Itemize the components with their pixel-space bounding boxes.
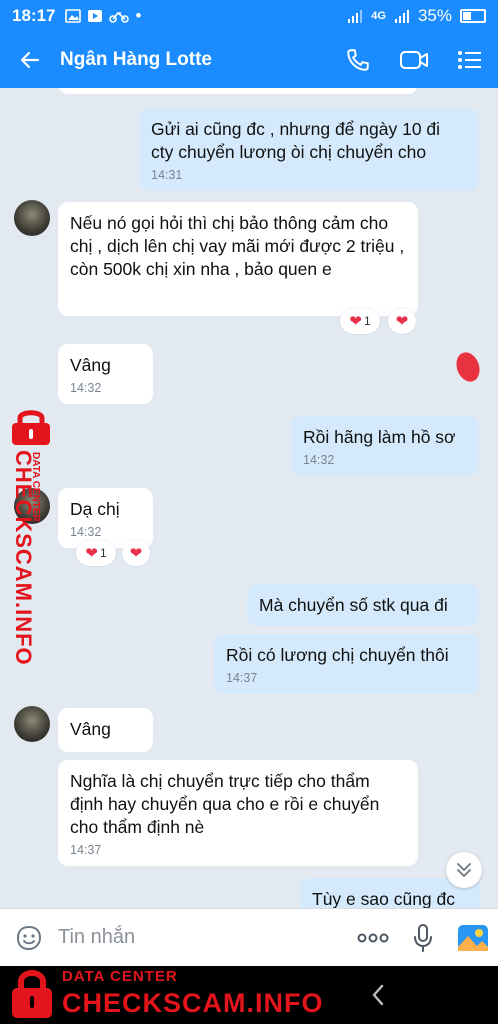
gallery-button[interactable] xyxy=(448,909,498,967)
message-text: Vâng xyxy=(70,719,111,739)
message-time: 14:37 xyxy=(70,843,102,857)
chevron-double-down-icon xyxy=(457,863,471,877)
lock-icon xyxy=(12,970,52,1018)
message-time: 14:31 xyxy=(151,168,183,182)
sticker-icon xyxy=(16,925,42,950)
message-time: 14:37 xyxy=(226,671,258,685)
heart-icon: ❤ xyxy=(85,544,98,562)
message-text: Tùy e sao cũng đc xyxy=(312,889,455,908)
scroll-down-button[interactable] xyxy=(446,852,482,888)
menu-list-icon xyxy=(458,51,481,69)
message-input[interactable]: Tin nhắn xyxy=(58,926,348,949)
status-time: 18:17 xyxy=(12,6,56,25)
reaction-count[interactable]: ❤ 1 xyxy=(76,540,116,566)
more-button[interactable] xyxy=(348,909,398,967)
composer: Tin nhắn xyxy=(0,908,498,966)
more-icon xyxy=(357,933,389,942)
message-text: Rồi hãng làm hồ sơ xyxy=(303,427,456,447)
message-time: 14:32 xyxy=(303,453,335,467)
nav-back-icon[interactable] xyxy=(366,980,390,1010)
back-arrow-icon xyxy=(20,51,40,69)
message-text: Vâng xyxy=(70,355,111,375)
signal-icon-2 xyxy=(394,10,409,23)
message-text: Rồi có lương chị chuyển thôi xyxy=(226,645,449,665)
signal-icon xyxy=(348,10,363,23)
message-bubble[interactable]: Mà chuyển số stk qua đi xyxy=(247,584,479,626)
heart-icon: ❤ xyxy=(349,312,362,330)
gallery-icon xyxy=(65,9,82,23)
watermark-subtext: DATA CENTER xyxy=(62,968,178,985)
battery-icon xyxy=(460,9,486,23)
heart-icon: ❤ xyxy=(395,312,409,330)
network-type: 4G xyxy=(371,10,386,22)
message-bubble[interactable]: Vâng 14:32 xyxy=(58,344,153,404)
call-button[interactable] xyxy=(330,32,386,88)
chat-header: Ngân Hàng Lotte xyxy=(0,32,498,88)
phone-icon xyxy=(347,49,369,71)
message-bubble[interactable]: Dạ chị 14:32 xyxy=(58,488,153,548)
red-mark xyxy=(452,349,484,385)
watermark-subtext-vertical: DATA CENTER xyxy=(30,452,41,522)
image-icon xyxy=(458,924,488,951)
video-call-button[interactable] xyxy=(386,32,442,88)
message-text: Nếu nó gọi hỏi thì chị bảo thông cảm cho… xyxy=(70,213,405,279)
react-button[interactable]: ❤ xyxy=(122,540,150,566)
message-bubble[interactable]: Rồi hãng làm hồ sơ 14:32 xyxy=(291,416,479,476)
chat-title[interactable]: Ngân Hàng Lotte xyxy=(60,49,330,71)
heart-icon: ❤ xyxy=(129,544,143,562)
battery-percent: 35% xyxy=(417,6,452,25)
notification-icons: • xyxy=(65,6,141,26)
message-text: Dạ chị xyxy=(70,499,120,519)
message-time: 14:32 xyxy=(70,525,102,539)
avatar[interactable] xyxy=(14,200,50,236)
menu-button[interactable] xyxy=(442,32,498,88)
reaction-number: 1 xyxy=(363,314,371,328)
message-bubble[interactable]: Nếu nó gọi hỏi thì chị bảo thông cảm cho… xyxy=(58,202,418,316)
sticker-button[interactable] xyxy=(0,909,58,967)
watermark-text: CHECKSCAM.INFO xyxy=(62,988,324,1018)
message-time: 14:32 xyxy=(70,381,102,395)
status-bar: 18:17 • 4G 35% xyxy=(0,0,498,32)
message-bubble[interactable]: Vâng xyxy=(58,708,153,752)
mic-icon xyxy=(414,923,432,952)
message-text: Mà chuyển số stk qua đi xyxy=(259,595,448,615)
message-bubble[interactable]: Gửi ai cũng đc , nhưng để ngày 10 đi cty… xyxy=(139,108,479,191)
react-button[interactable]: ❤ xyxy=(388,308,416,334)
back-button[interactable] xyxy=(0,32,60,88)
reaction-number: 1 xyxy=(99,546,107,560)
bike-icon xyxy=(109,11,130,23)
reaction-count[interactable]: ❤ 1 xyxy=(340,308,380,334)
voice-button[interactable] xyxy=(398,909,448,967)
dot-icon: • xyxy=(135,6,142,25)
video-call-icon xyxy=(400,51,428,69)
watermark-bottom: DATA CENTER CHECKSCAM.INFO xyxy=(0,962,323,1024)
message-bubble[interactable]: Nghĩa là chị chuyển trực tiếp cho thẩm đ… xyxy=(58,760,418,866)
watermark-lock-icon xyxy=(8,406,54,451)
message-bubble-partial[interactable] xyxy=(58,88,418,94)
avatar[interactable] xyxy=(14,706,50,742)
message-bubble[interactable]: Rồi có lương chị chuyển thôi 14:37 xyxy=(214,634,479,694)
message-text: Nghĩa là chị chuyển trực tiếp cho thẩm đ… xyxy=(70,771,380,837)
message-list[interactable]: Gửi ai cũng đc , nhưng để ngày 10 đi cty… xyxy=(0,88,498,908)
video-notification-icon xyxy=(88,10,103,22)
message-text: Gửi ai cũng đc , nhưng để ngày 10 đi cty… xyxy=(151,119,441,162)
